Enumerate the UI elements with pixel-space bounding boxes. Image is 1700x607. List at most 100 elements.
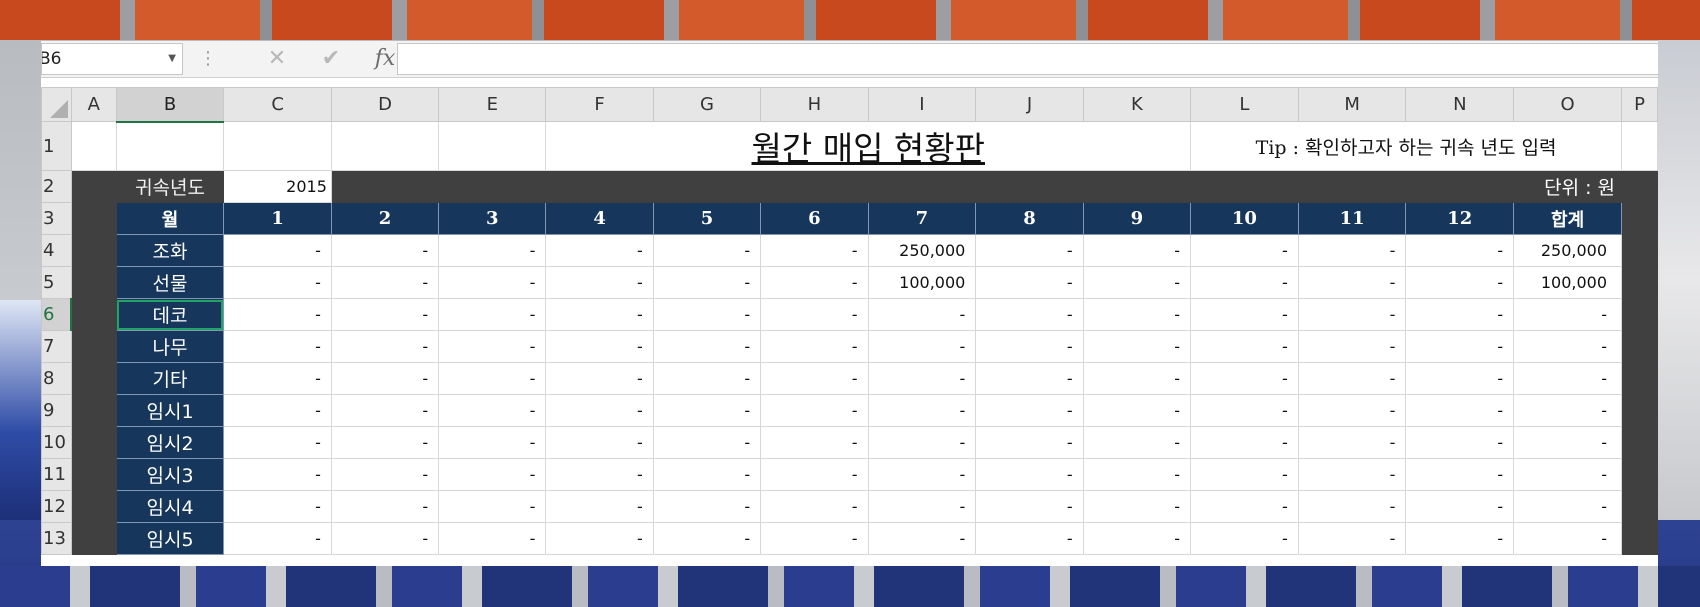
value-cell[interactable]: - [652,522,762,555]
cell-a10[interactable] [70,426,117,459]
cell-p9[interactable] [1621,394,1658,427]
cell-p6[interactable] [1621,298,1658,331]
column-header-b[interactable]: B [115,87,225,123]
column-header-n[interactable]: N [1405,87,1515,122]
month-header-10[interactable]: 10 [1190,202,1299,235]
cell-p4[interactable] [1621,234,1658,267]
value-cell[interactable]: - [1297,298,1407,331]
month-header-2[interactable]: 2 [330,202,440,235]
month-header-9[interactable]: 9 [1082,202,1192,235]
row-header-12[interactable]: 12 [41,490,72,523]
category-cell[interactable]: 기타 [115,362,225,395]
row-header-5[interactable]: 5 [41,266,72,299]
value-cell[interactable]: - [760,266,869,299]
cell-a12[interactable] [70,490,117,523]
total-cell[interactable]: 100,000 [1513,266,1623,299]
cell-a5[interactable] [70,266,117,299]
value-cell[interactable]: - [545,426,654,459]
value-cell[interactable]: - [438,298,547,331]
value-cell[interactable]: - [1297,362,1407,395]
total-cell[interactable]: - [1513,362,1623,395]
value-cell[interactable]: - [1190,330,1299,363]
value-cell[interactable]: - [760,362,869,395]
column-header-l[interactable]: L [1190,87,1299,122]
value-cell[interactable]: - [438,362,547,395]
row-header-7[interactable]: 7 [41,330,72,363]
value-cell[interactable]: - [438,234,547,267]
value-cell[interactable]: - [867,298,977,331]
cell-p3[interactable] [1621,202,1658,235]
value-cell[interactable]: - [867,522,977,555]
column-header-c[interactable]: C [223,87,332,122]
column-header-g[interactable]: G [652,87,762,122]
value-cell[interactable]: - [330,458,440,491]
value-cell[interactable]: - [223,266,332,299]
cell-a9[interactable] [70,394,117,427]
sheet-title[interactable]: 월간 매입 현황판 [545,121,1192,171]
month-header-label[interactable]: 월 [115,202,225,235]
month-header-6[interactable]: 6 [760,202,869,235]
value-cell[interactable]: - [1082,330,1192,363]
category-cell[interactable]: 선물 [115,266,225,299]
value-cell[interactable]: 250,000 [867,234,977,267]
cell-p8[interactable] [1621,362,1658,395]
column-header-o[interactable]: O [1513,87,1623,122]
value-cell[interactable]: - [652,362,762,395]
value-cell[interactable]: - [438,394,547,427]
value-cell[interactable]: - [1297,394,1407,427]
cell-p2[interactable] [1621,170,1658,203]
value-cell[interactable]: - [438,490,547,523]
value-cell[interactable]: - [545,330,654,363]
column-header-m[interactable]: M [1297,87,1407,122]
enter-check-icon[interactable]: ✔ [309,45,353,73]
cell-p11[interactable] [1621,458,1658,491]
select-all-corner[interactable] [41,87,72,122]
value-cell[interactable]: - [1405,330,1515,363]
value-cell[interactable]: - [1405,298,1515,331]
value-cell[interactable]: - [975,458,1084,491]
value-cell[interactable]: - [975,522,1084,555]
value-cell[interactable]: - [867,362,977,395]
row-header-9[interactable]: 9 [41,394,72,427]
row-header-3[interactable]: 3 [41,202,72,235]
value-cell[interactable]: - [545,298,654,331]
value-cell[interactable]: - [652,426,762,459]
value-cell[interactable]: - [438,266,547,299]
value-cell[interactable]: - [760,490,869,523]
value-cell[interactable]: - [1190,234,1299,267]
value-cell[interactable]: - [760,522,869,555]
value-cell[interactable]: - [545,266,654,299]
value-cell[interactable]: - [1190,266,1299,299]
value-cell[interactable]: - [1190,426,1299,459]
value-cell[interactable]: - [1297,330,1407,363]
column-header-d[interactable]: D [330,87,440,122]
value-cell[interactable]: - [975,426,1084,459]
total-cell[interactable]: 250,000 [1513,234,1623,267]
value-cell[interactable]: - [1082,234,1192,267]
value-cell[interactable]: - [223,234,332,267]
cell-a11[interactable] [70,458,117,491]
year-label[interactable]: 귀속년도 [115,170,225,203]
value-cell[interactable]: - [1190,522,1299,555]
value-cell[interactable]: - [975,266,1084,299]
value-cell[interactable]: - [1082,266,1192,299]
value-cell[interactable]: - [1190,394,1299,427]
value-cell[interactable]: - [867,458,977,491]
value-cell[interactable]: - [1082,298,1192,331]
month-header-8[interactable]: 8 [975,202,1084,235]
total-header[interactable]: 합계 [1513,202,1623,235]
value-cell[interactable]: - [223,330,332,363]
value-cell[interactable]: - [1405,362,1515,395]
value-cell[interactable]: - [330,426,440,459]
value-cell[interactable]: - [867,394,977,427]
value-cell[interactable]: - [1082,394,1192,427]
value-cell[interactable]: - [1082,426,1192,459]
value-cell[interactable]: - [330,394,440,427]
value-cell[interactable]: - [1190,458,1299,491]
value-cell[interactable]: - [1297,490,1407,523]
value-cell[interactable]: - [223,298,332,331]
total-cell[interactable]: - [1513,394,1623,427]
value-cell[interactable]: - [330,362,440,395]
value-cell[interactable]: - [223,394,332,427]
drag-handle-icon[interactable]: ⋮ [199,47,217,71]
